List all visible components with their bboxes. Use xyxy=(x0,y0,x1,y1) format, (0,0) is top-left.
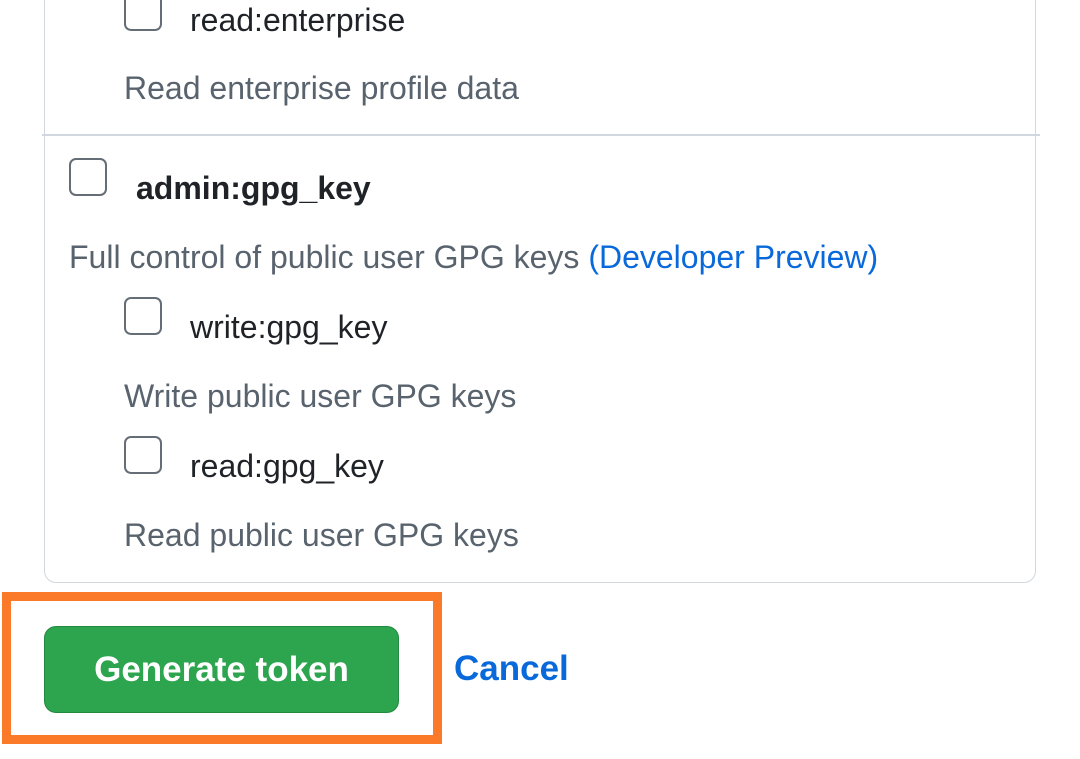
read-gpg-key-label: read:gpg_key xyxy=(190,448,384,484)
admin-gpg-key-description: Full control of public user GPG keys xyxy=(69,239,580,275)
write-gpg-key-description: Write public user GPG keys xyxy=(124,378,517,414)
read-enterprise-label: read:enterprise xyxy=(190,2,406,38)
admin-gpg-key-checkbox[interactable] xyxy=(69,158,107,196)
write-gpg-key-label: write:gpg_key xyxy=(190,309,388,345)
admin-gpg-key-label: admin:gpg_key xyxy=(136,170,371,206)
generate-token-button[interactable]: Generate token xyxy=(44,626,399,713)
read-gpg-key-checkbox[interactable] xyxy=(124,436,162,474)
read-gpg-key-description: Read public user GPG keys xyxy=(124,517,519,553)
cancel-link[interactable]: Cancel xyxy=(454,648,569,690)
admin-gpg-key-description-line: Full control of public user GPG keys (De… xyxy=(69,237,878,277)
developer-preview-link[interactable]: (Developer Preview) xyxy=(588,239,878,275)
read-enterprise-checkbox[interactable] xyxy=(124,0,162,31)
scope-divider xyxy=(42,134,1040,136)
token-form: read:enterprise Read enterprise profile … xyxy=(0,0,1080,759)
write-gpg-key-checkbox[interactable] xyxy=(124,297,162,335)
read-enterprise-description: Read enterprise profile data xyxy=(124,70,519,106)
